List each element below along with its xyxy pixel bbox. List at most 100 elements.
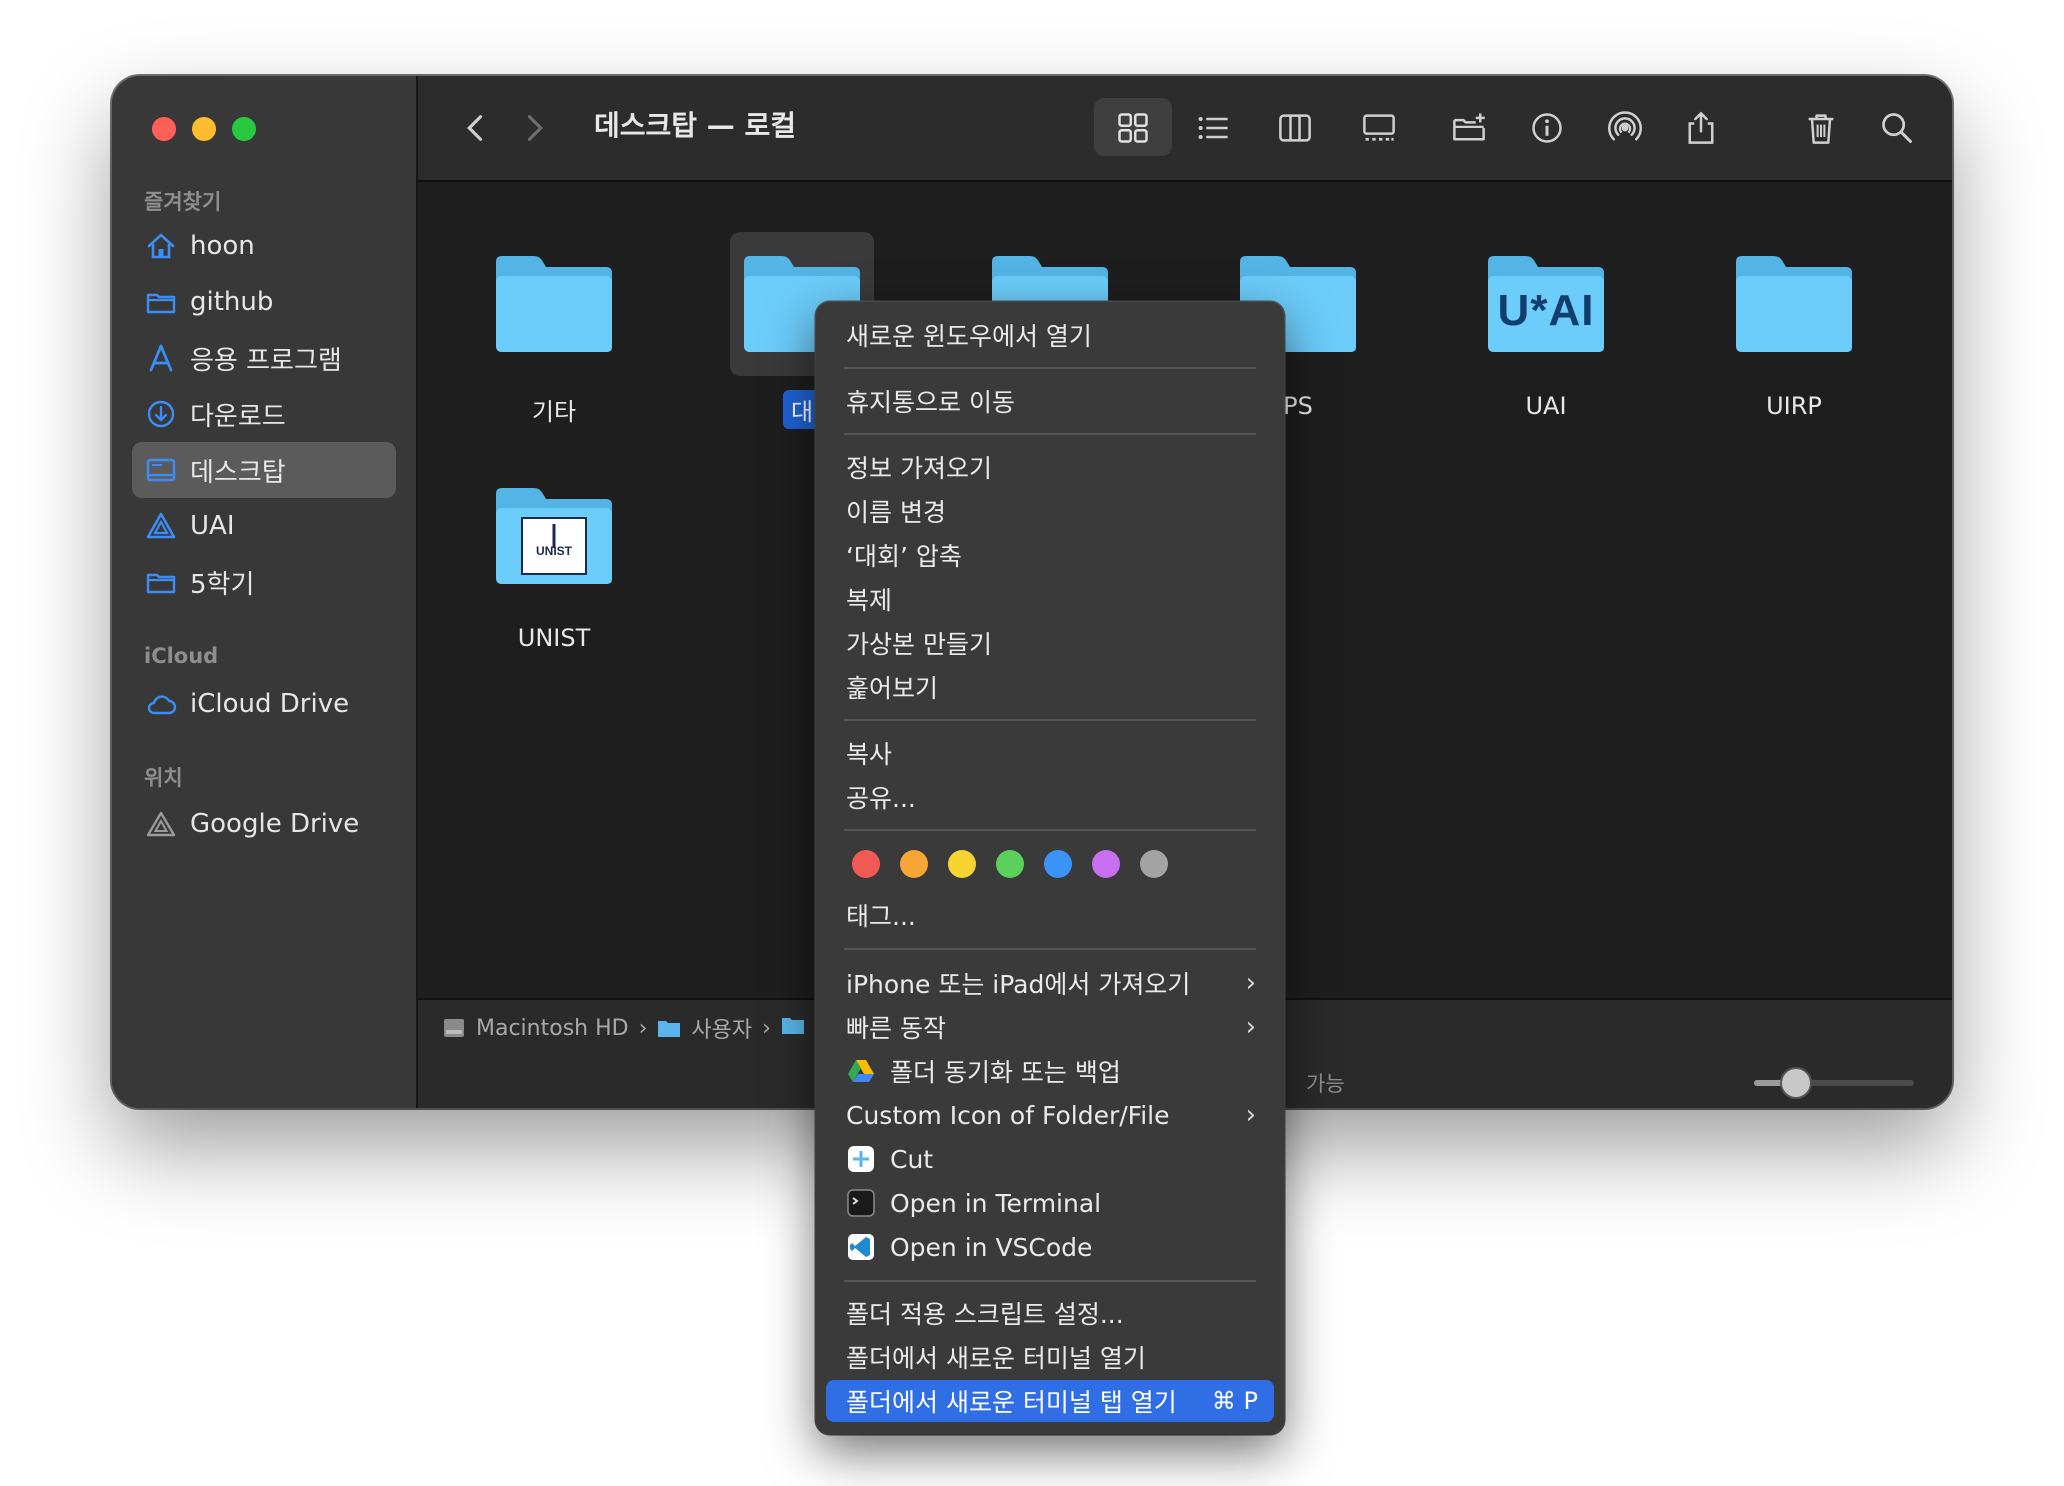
- folder-item-uirp[interactable]: UIRP: [1694, 232, 1894, 422]
- view-gallery-button[interactable]: [1352, 100, 1406, 156]
- tag-red[interactable]: [852, 850, 880, 878]
- path-item-macintosh-hd[interactable]: Macintosh HD: [442, 1016, 629, 1041]
- new-folder-icon: [1453, 113, 1485, 141]
- folder-item-gita[interactable]: 기타: [454, 232, 654, 429]
- menu-item-compress[interactable]: ‘대회’ 압축: [826, 534, 1274, 576]
- search-button[interactable]: [1872, 100, 1922, 156]
- sidebar-item-hoon[interactable]: hoon: [132, 218, 396, 274]
- menu-item-duplicate[interactable]: 복제: [826, 578, 1274, 620]
- menu-item-label: 태그...: [846, 902, 916, 931]
- folder-label: UNIST: [517, 624, 591, 652]
- tag-blue[interactable]: [1044, 850, 1072, 878]
- sidebar-item-downloads[interactable]: 다운로드: [132, 386, 396, 442]
- status-text: 가능: [1306, 1072, 1345, 1096]
- menu-item-custom-icon[interactable]: Custom Icon of Folder/File ›: [826, 1094, 1274, 1136]
- path-item-next[interactable]: [781, 1015, 805, 1041]
- icon-size-slider-thumb[interactable]: [1780, 1067, 1812, 1099]
- tag-yellow[interactable]: [948, 850, 976, 878]
- window-title: 데스크탑 — 로컬: [594, 109, 797, 142]
- menu-item-quick-actions[interactable]: 빠른 동작 ›: [826, 1006, 1274, 1048]
- menu-item-folder-sync-backup[interactable]: 폴더 동기화 또는 백업: [826, 1050, 1274, 1092]
- menu-item-label: 폴더에서 새로운 터미널 탭 열기: [846, 1388, 1177, 1417]
- sidebar-item-uai[interactable]: UAI: [132, 498, 396, 554]
- chevron-right-icon: [527, 115, 543, 141]
- menu-item-new-terminal-at-folder[interactable]: 폴더에서 새로운 터미널 열기: [826, 1336, 1274, 1378]
- view-icons-toggle[interactable]: [1108, 100, 1158, 156]
- menu-item-new-terminal-tab-at-folder[interactable]: 폴더에서 새로운 터미널 탭 열기 ⌘ P: [826, 1380, 1274, 1422]
- view-list-button[interactable]: [1188, 100, 1238, 156]
- trash-button[interactable]: [1796, 100, 1846, 156]
- tag-gray[interactable]: [1140, 850, 1168, 878]
- minimize-window-button[interactable]: [192, 117, 216, 141]
- airdrop-button[interactable]: [1600, 100, 1650, 156]
- menu-item-import-from-iphone[interactable]: iPhone 또는 iPad에서 가져오기 ›: [826, 962, 1274, 1004]
- menu-item-make-alias[interactable]: 가상본 만들기: [826, 622, 1274, 664]
- get-info-button[interactable]: [1522, 100, 1572, 156]
- back-button[interactable]: [452, 100, 500, 156]
- sidebar-item-label: 응용 프로그램: [190, 345, 342, 376]
- list-view-icon: [1198, 116, 1228, 140]
- sidebar-item-applications[interactable]: 응용 프로그램: [132, 330, 396, 386]
- menu-item-cut[interactable]: Cut: [826, 1138, 1274, 1180]
- airdrop-icon: [1608, 111, 1642, 141]
- folder-custom-logo: U*AI: [1497, 286, 1595, 335]
- menu-item-label: iPhone 또는 iPad에서 가져오기: [846, 970, 1191, 999]
- menu-item-label: 폴더 동기화 또는 백업: [890, 1058, 1121, 1087]
- menu-item-move-to-trash[interactable]: 휴지통으로 이동: [826, 380, 1274, 422]
- menu-item-label: Open in VSCode: [890, 1232, 1093, 1262]
- toolbar: 데스크탑 — 로컬: [418, 76, 1952, 182]
- folder-item-uai[interactable]: U*AI UAI: [1446, 232, 1646, 422]
- sidebar-item-5th-semester[interactable]: 5학기: [132, 554, 396, 610]
- folder-label: 기타: [531, 398, 577, 426]
- folder-label: UAI: [1525, 392, 1567, 420]
- tag-green[interactable]: [996, 850, 1024, 878]
- menu-item-get-info[interactable]: 정보 가져오기: [826, 446, 1274, 488]
- menu-separator: [844, 719, 1256, 721]
- sidebar-item-github[interactable]: github: [132, 274, 396, 330]
- menu-item-label: 휴지통으로 이동: [846, 388, 1015, 417]
- folder-icon: [144, 565, 178, 599]
- sidebar-item-google-drive[interactable]: Google Drive: [132, 796, 396, 852]
- share-button[interactable]: [1676, 100, 1726, 156]
- menu-item-open-vscode[interactable]: Open in VSCode: [826, 1226, 1274, 1268]
- menu-item-copy[interactable]: 복사: [826, 732, 1274, 774]
- menu-separator: [844, 948, 1256, 950]
- menu-separator: [844, 829, 1256, 831]
- sidebar-item-label: UAI: [190, 511, 235, 541]
- chevron-right-icon: ›: [1245, 1100, 1256, 1130]
- trash-icon: [1808, 114, 1834, 144]
- grid-view-icon: [1118, 113, 1148, 143]
- sidebar: 즐겨찾기 hoon github 응용 프로그램 다운로드 데스크탑 UAI 5…: [112, 76, 418, 1108]
- sidebar-item-desktop[interactable]: 데스크탑: [132, 442, 396, 498]
- menu-item-share[interactable]: 공유...: [826, 776, 1274, 818]
- tag-orange[interactable]: [900, 850, 928, 878]
- home-icon: [144, 229, 178, 263]
- folder-item-unist[interactable]: UNIST UNIST: [454, 464, 654, 654]
- menu-item-folder-action-scripts[interactable]: 폴더 적용 스크립트 설정...: [826, 1292, 1274, 1334]
- sidebar-section-favorites: 즐겨찾기: [144, 190, 222, 214]
- forward-button[interactable]: [510, 100, 558, 156]
- hard-drive-icon: [444, 1019, 464, 1037]
- sidebar-item-label: hoon: [190, 231, 255, 261]
- folder-icon: [658, 1021, 681, 1037]
- view-columns-button[interactable]: [1270, 100, 1320, 156]
- menu-item-label: 폴더 적용 스크립트 설정...: [846, 1300, 1124, 1329]
- sidebar-item-icloud-drive[interactable]: iCloud Drive: [132, 676, 396, 732]
- close-window-button[interactable]: [152, 117, 176, 141]
- folder-icon: [1722, 232, 1866, 376]
- menu-item-tags[interactable]: 태그...: [826, 894, 1274, 936]
- new-folder-button[interactable]: [1442, 100, 1496, 156]
- sidebar-item-label: 데스크탑: [190, 457, 286, 488]
- menu-item-open-new-window[interactable]: 새로운 윈도우에서 열기: [826, 314, 1274, 356]
- tag-purple[interactable]: [1092, 850, 1120, 878]
- menu-item-label: 정보 가져오기: [846, 454, 992, 483]
- menu-item-open-terminal[interactable]: Open in Terminal: [826, 1182, 1274, 1224]
- sidebar-item-label: 다운로드: [190, 401, 286, 432]
- icon-size-slider[interactable]: [1754, 1067, 1914, 1099]
- menu-item-label: 폴더에서 새로운 터미널 열기: [846, 1344, 1146, 1373]
- search-icon: [1882, 113, 1912, 143]
- menu-item-rename[interactable]: 이름 변경: [826, 490, 1274, 532]
- zoom-window-button[interactable]: [232, 117, 256, 141]
- menu-item-quick-look[interactable]: 훑어보기: [826, 666, 1274, 708]
- path-item-users[interactable]: 사용자: [657, 1012, 752, 1044]
